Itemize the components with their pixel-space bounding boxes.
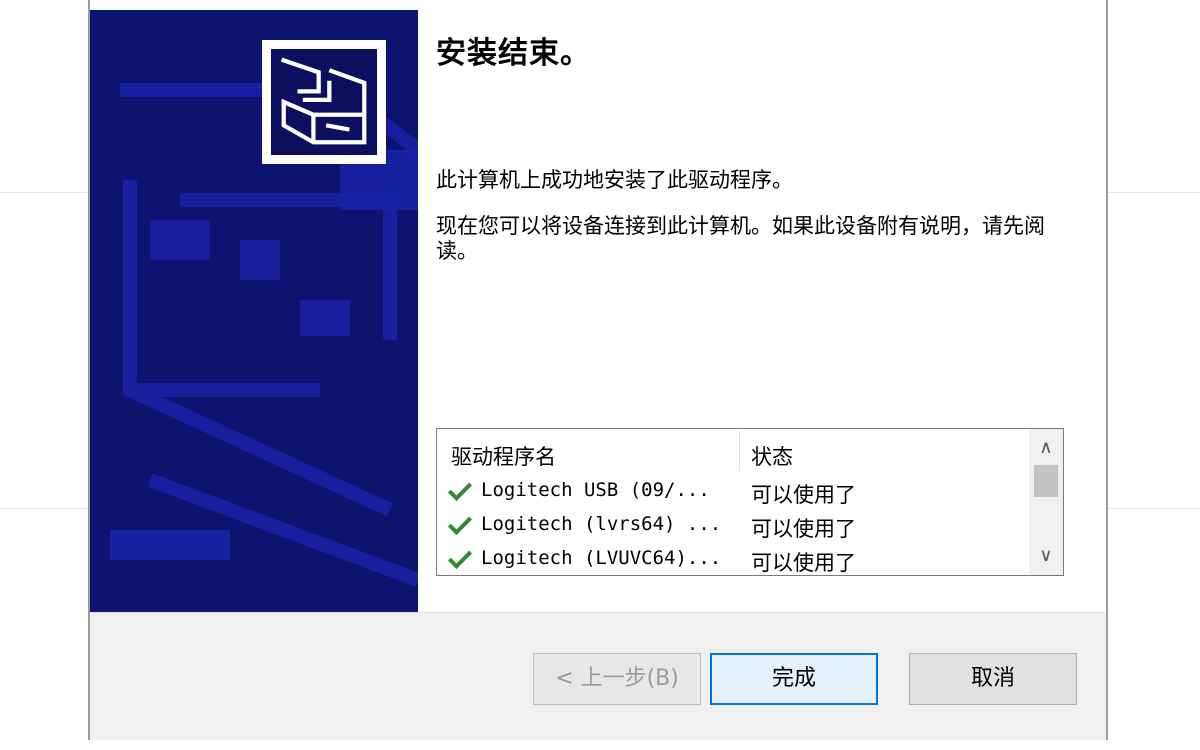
scroll-thumb[interactable] — [1034, 465, 1058, 497]
button-bar: < 上一步(B) 完成 取消 — [90, 612, 1106, 740]
column-header-driver-name[interactable]: 驱动程序名 — [451, 441, 556, 471]
instruction-message: 现在您可以将设备连接到此计算机。如果此设备附有说明，请先阅读。 — [436, 214, 1045, 263]
check-icon — [447, 544, 473, 570]
vertical-scrollbar[interactable]: ∧ ∨ — [1029, 429, 1063, 575]
hardware-install-icon — [271, 49, 377, 155]
page-title: 安装结束。 — [436, 36, 591, 71]
column-header-status[interactable]: 状态 — [751, 441, 793, 471]
driver-status: 可以使用了 — [751, 517, 856, 541]
list-item[interactable]: Logitech (lvrs64) ... 可以使用了 — [437, 510, 1027, 547]
install-wizard-dialog: 安装结束。 此计算机上成功地安装了此驱动程序。 现在您可以将设备连接到此计算机。… — [88, 0, 1108, 740]
driver-name: Logitech (lvrs64) ... — [481, 513, 722, 535]
list-header: 驱动程序名 状态 — [437, 429, 1027, 475]
driver-status: 可以使用了 — [751, 483, 856, 507]
driver-list[interactable]: 驱动程序名 状态 Logitech USB (09/... 可以使用了 Logi… — [436, 428, 1064, 576]
success-message: 此计算机上成功地安装了此驱动程序。 — [436, 168, 793, 192]
cancel-button[interactable]: 取消 — [909, 653, 1077, 705]
column-divider[interactable] — [739, 431, 740, 471]
driver-status: 可以使用了 — [751, 551, 856, 575]
wizard-side-panel — [90, 10, 418, 612]
check-icon — [447, 510, 473, 536]
finish-button[interactable]: 完成 — [710, 653, 878, 705]
list-item[interactable]: Logitech USB (09/... 可以使用了 — [437, 476, 1027, 513]
list-item[interactable]: Logitech (LVUVC64)... 可以使用了 — [437, 544, 1027, 575]
chevron-up-icon[interactable]: ∧ — [1029, 433, 1063, 463]
driver-name: Logitech USB (09/... — [481, 479, 710, 501]
check-icon — [447, 476, 473, 502]
wizard-logo — [262, 40, 386, 164]
chevron-down-icon[interactable]: ∨ — [1029, 541, 1063, 571]
driver-name: Logitech (LVUVC64)... — [481, 547, 722, 569]
back-button[interactable]: < 上一步(B) — [533, 653, 701, 705]
